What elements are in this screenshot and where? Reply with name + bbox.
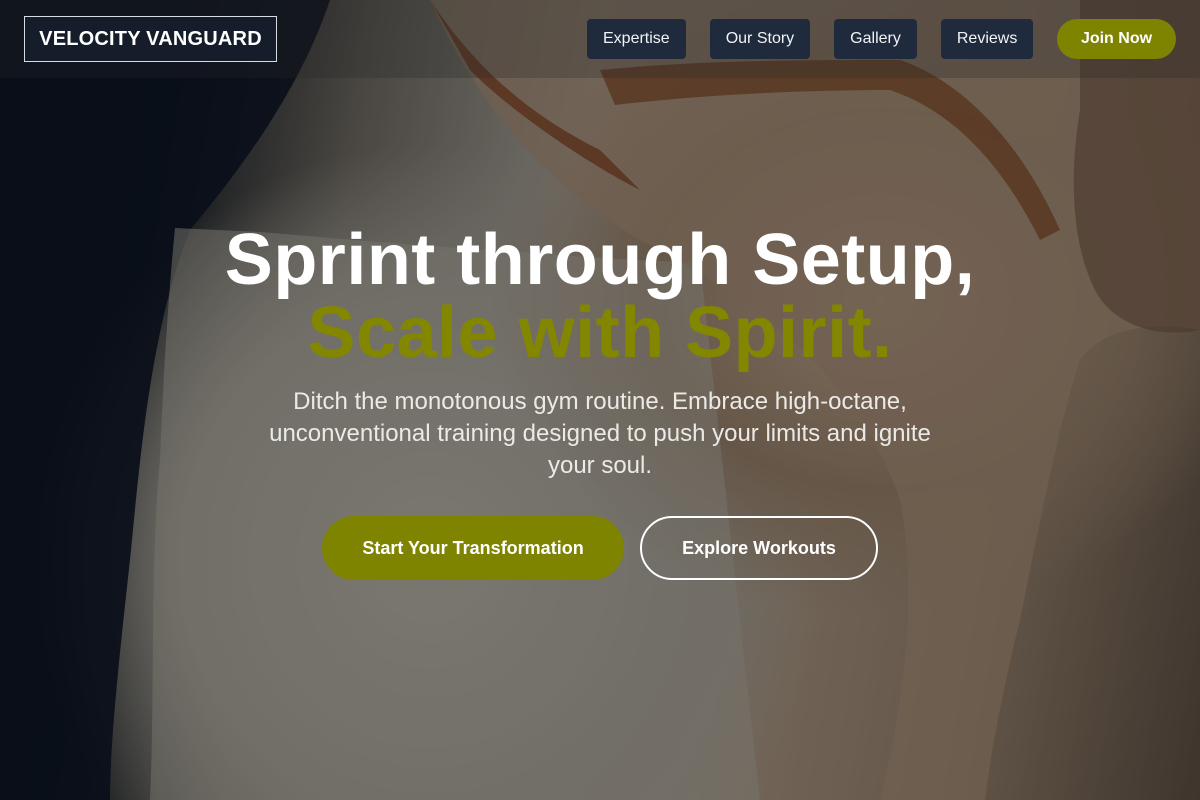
nav-link-reviews[interactable]: Reviews: [940, 19, 1034, 59]
explore-workouts-button[interactable]: Explore Workouts: [640, 516, 878, 580]
brand-logo[interactable]: VELOCITY VANGUARD: [24, 16, 277, 62]
headline-line-1: Sprint through Setup,: [224, 220, 976, 300]
nav-links: Expertise Our Story Gallery Reviews: [587, 19, 1057, 59]
nav-link-our-story[interactable]: Our Story: [709, 19, 811, 59]
hero-headline: Sprint through Setup, Scale with Spirit.: [0, 220, 1200, 373]
navbar: VELOCITY VANGUARD Expertise Our Story Ga…: [0, 0, 1200, 78]
hero-cta-row: Start Your Transformation Explore Workou…: [0, 516, 1200, 580]
hero-section: Sprint through Setup, Scale with Spirit.…: [0, 222, 1200, 580]
start-transformation-button[interactable]: Start Your Transformation: [322, 516, 624, 580]
hero-subtitle: Ditch the monotonous gym routine. Embrac…: [269, 388, 931, 479]
nav-link-gallery[interactable]: Gallery: [834, 19, 917, 59]
join-now-button[interactable]: Join Now: [1057, 19, 1176, 59]
nav-link-expertise[interactable]: Expertise: [587, 19, 686, 59]
headline-line-2: Scale with Spirit.: [307, 293, 893, 373]
